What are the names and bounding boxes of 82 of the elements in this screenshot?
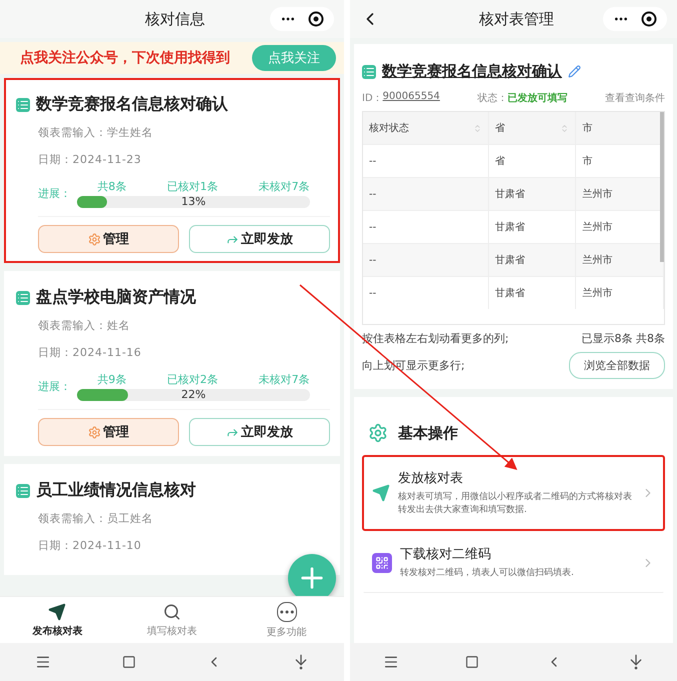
gear-icon [88,426,101,438]
unchecked-count: 未核对7条 [258,372,310,387]
progress-percent: 22% [181,388,206,401]
table-cell: -- [363,144,488,178]
total-count: 共8条 [97,179,126,194]
query-link[interactable]: 查看查询条件 [604,91,665,105]
publish-button[interactable]: 立即发放 [189,418,330,446]
card-title: 员工业绩情况信息核对 [36,480,196,501]
publish-button[interactable]: 立即发放 [189,225,330,253]
banner-text: 点我关注公众号，下次使用找得到 [20,49,230,67]
table-cell: 甘肃省 [488,276,576,309]
tab[interactable]: 发布核对表 [0,597,115,643]
date-label: 日期：2024-11-16 [38,345,142,360]
gear-icon [368,423,388,443]
table-cell: -- [363,210,488,244]
list-icon [16,484,30,498]
checked-count: 已核对1条 [166,179,218,194]
capsule-menu[interactable] [270,7,334,31]
form-title[interactable]: 数学竞赛报名信息核对确认 [382,62,562,81]
table-cell: 兰州市 [576,276,664,309]
operation-item[interactable]: 发放核对表 核对表可填写，用微信以小程序或者二维码的方式将核对表转发出去供大家查询和填写数据. [362,455,665,532]
item-title: 发放核对表 [398,470,464,487]
input-label: 领表需输入：员工姓名 [38,511,154,526]
column-header[interactable]: 省 [488,112,576,144]
browse-all-button[interactable]: 浏览全部数据 [569,352,665,379]
operation-item[interactable]: 下载核对二维码 转发核对二维码，填表人可以微信扫码填表. [362,531,665,594]
row-count: 已显示8条 共8条 [582,331,665,346]
down-arrow-icon[interactable] [628,654,644,670]
manage-button[interactable]: 管理 [38,225,179,253]
capsule-menu[interactable] [603,7,667,31]
manage-button[interactable]: 管理 [38,418,179,446]
page-title: 核对信息 [145,10,205,28]
menu-icon[interactable] [383,654,400,670]
scroll-bar[interactable] [660,112,664,262]
id-label: ID： [362,92,383,105]
input-label: 领表需输入：姓名 [38,318,131,333]
card-title: 盘点学校电脑资产情况 [36,287,196,308]
paper-plane-icon [372,484,390,502]
unchecked-count: 未核对7条 [258,179,310,194]
progress-label: 进展： [38,186,71,201]
paper-plane-icon [48,602,66,620]
more-icon [276,602,297,622]
date-label: 日期：2024-11-10 [38,538,142,553]
table-cell: 省 [488,144,576,178]
checked-count: 已核对2条 [166,372,218,387]
section-title: 基本操作 [398,424,458,442]
table-cell: 兰州市 [576,244,664,276]
total-count: 共9条 [97,372,126,387]
page-title: 核对表管理 [479,10,554,28]
table-cell: 甘肃省 [488,244,576,276]
date-label: 日期：2024-11-23 [38,152,142,167]
table-cell: -- [363,276,488,309]
table-cell: 甘肃省 [488,178,576,210]
tab[interactable]: 填写核对表 [114,597,230,643]
target-icon[interactable] [641,11,657,27]
progress-label: 进展： [38,379,71,394]
search-icon [163,602,181,620]
home-icon[interactable] [122,655,136,669]
target-icon[interactable] [308,11,324,27]
id-link[interactable]: 900065554 [382,91,440,105]
progress-percent: 13% [181,195,206,208]
input-label: 领表需输入：学生姓名 [38,125,154,140]
table-cell: -- [363,244,488,276]
qr-code-icon [372,552,392,573]
list-icon [362,64,376,78]
table-cell: 甘肃省 [488,210,576,244]
home-icon[interactable] [465,655,480,669]
status-label: 状态： [477,92,508,105]
table-cell: -- [363,178,488,210]
card-title: 数学竞赛报名信息核对确认 [36,94,228,115]
gear-icon [88,232,101,246]
column-header[interactable]: 核对状态 [363,112,488,144]
list-icon [16,98,30,112]
down-arrow-icon[interactable] [292,654,309,670]
tab[interactable]: 更多功能 [229,597,344,643]
item-description: 核对表可填写，用微信以小程序或者二维码的方式将核对表转发出去供大家查询和填写数据. [398,491,633,518]
status-text: 已发放可填写 [507,92,568,105]
pencil-icon[interactable] [568,65,581,78]
item-description: 转发核对二维码，填表人可以微信扫码填表. [400,567,575,580]
item-title: 下载核对二维码 [400,546,492,564]
list-icon [16,290,30,304]
menu-icon[interactable] [35,654,52,670]
